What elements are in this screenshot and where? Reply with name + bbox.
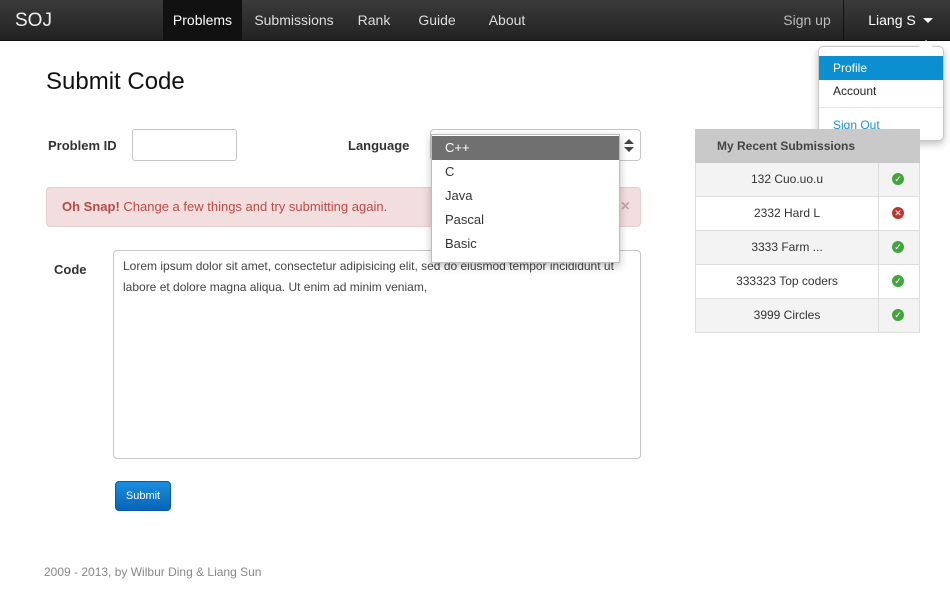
check-icon: ✓ — [892, 275, 904, 287]
nav-divider — [843, 0, 844, 41]
language-options-list: C++ C Java Pascal Basic — [431, 134, 620, 263]
recent-submissions-title: My Recent Submissions — [695, 129, 920, 163]
table-row[interactable]: 2332 Hard L ✕ — [695, 197, 920, 231]
submit-button[interactable]: Submit — [115, 481, 171, 511]
check-icon: ✓ — [892, 173, 904, 185]
nav-rank[interactable]: Rank — [349, 0, 399, 41]
submission-name[interactable]: 2332 Hard L — [696, 197, 879, 230]
user-menu-toggle[interactable]: Liang S — [862, 0, 922, 41]
code-label: Code — [54, 262, 87, 277]
check-icon: ✓ — [892, 241, 904, 253]
submission-name[interactable]: 3333 Farm ... — [696, 231, 879, 264]
nav-submissions[interactable]: Submissions — [244, 0, 344, 41]
menu-divider — [819, 107, 943, 108]
check-icon: ✓ — [892, 309, 904, 321]
problem-id-input[interactable] — [132, 129, 237, 161]
language-option[interactable]: C — [432, 160, 619, 184]
nav-about[interactable]: About — [478, 0, 536, 41]
table-row[interactable]: 3999 Circles ✓ — [695, 299, 920, 333]
user-dropdown-menu: Profile Account Sign Out — [818, 40, 944, 141]
brand-logo[interactable]: SOJ — [15, 0, 52, 41]
language-option[interactable]: Java — [432, 184, 619, 208]
nav-guide[interactable]: Guide — [410, 0, 464, 41]
language-option[interactable]: Pascal — [432, 208, 619, 232]
table-row[interactable]: 333323 Top coders ✓ — [695, 265, 920, 299]
submission-name[interactable]: 333323 Top coders — [696, 265, 879, 298]
chevron-down-icon[interactable] — [923, 18, 933, 23]
page-title: Submit Code — [46, 68, 185, 95]
menu-pointer — [919, 40, 933, 47]
language-option[interactable]: Basic — [432, 232, 619, 256]
table-row[interactable]: 3333 Farm ... ✓ — [695, 231, 920, 265]
submission-name[interactable]: 132 Cuo.uo.u — [696, 163, 879, 196]
menu-item-account[interactable]: Account — [819, 79, 943, 103]
menu-item-profile[interactable]: Profile — [819, 56, 943, 80]
signup-link[interactable]: Sign up — [777, 0, 837, 41]
table-row[interactable]: 132 Cuo.uo.u ✓ — [695, 163, 920, 197]
footer-text: 2009 - 2013, by Wilbur Ding & Liang Sun — [44, 565, 262, 579]
code-textarea[interactable]: Lorem ipsum dolor sit amet, consectetur … — [113, 250, 641, 459]
alert-strong: Oh Snap! — [62, 199, 120, 214]
select-arrows-icon — [624, 139, 634, 153]
language-label: Language — [348, 138, 410, 153]
submission-name[interactable]: 3999 Circles — [696, 299, 879, 332]
nav-problems[interactable]: Problems — [163, 0, 242, 41]
problem-id-label: Problem ID — [48, 138, 117, 153]
language-option[interactable]: C++ — [432, 136, 619, 160]
alert-message: Change a few things and try submitting a… — [123, 199, 388, 214]
top-navbar: SOJ Problems Submissions Rank Guide Abou… — [0, 0, 950, 41]
error-x-icon: ✕ — [892, 207, 904, 219]
close-icon[interactable]: × — [621, 188, 630, 226]
